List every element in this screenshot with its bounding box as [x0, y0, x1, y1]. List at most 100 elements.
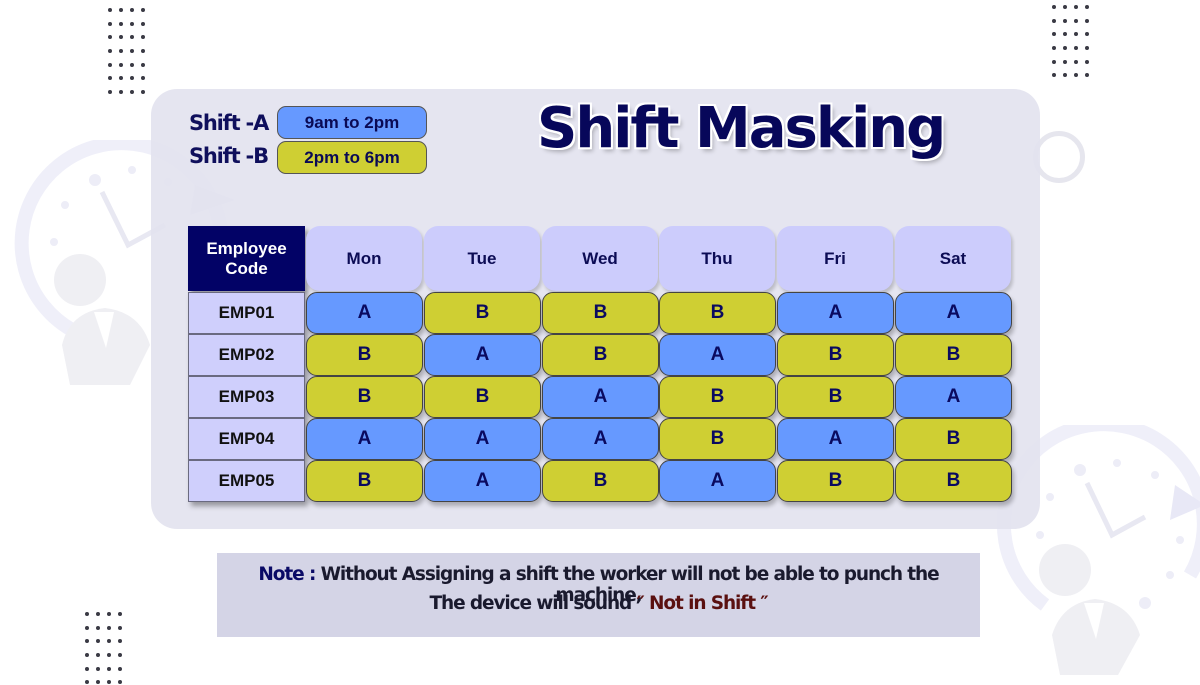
shift-cell[interactable]: A — [895, 376, 1012, 418]
employee-code-cell: EMP05 — [188, 460, 305, 502]
dot — [141, 90, 145, 95]
dot — [119, 62, 123, 67]
day-header-wed: Wed — [542, 226, 658, 291]
shift-cell[interactable]: A — [306, 418, 423, 460]
shift-cell[interactable]: B — [895, 460, 1012, 502]
dot — [107, 680, 111, 685]
shift-cell[interactable]: B — [542, 460, 659, 502]
dot — [141, 35, 145, 40]
dot — [1085, 5, 1089, 9]
shift-cell[interactable]: A — [424, 334, 541, 376]
shift-cell[interactable]: B — [659, 376, 776, 418]
employee-code-cell: EMP01 — [188, 292, 305, 334]
dot — [108, 35, 112, 40]
dot — [130, 35, 134, 40]
dot — [1074, 5, 1078, 9]
dot — [107, 653, 111, 658]
shift-cell[interactable]: A — [424, 460, 541, 502]
dot — [1052, 59, 1056, 64]
shift-cell[interactable]: B — [542, 292, 659, 334]
dot — [118, 653, 122, 658]
dot — [1074, 73, 1078, 78]
dot — [1074, 46, 1078, 51]
dot — [96, 625, 100, 630]
dot — [96, 639, 100, 644]
dot — [119, 35, 123, 40]
dot — [118, 666, 122, 671]
shift-cell[interactable]: A — [895, 292, 1012, 334]
dot — [141, 76, 145, 81]
dot — [96, 612, 100, 616]
employee-code-header: Employee Code — [188, 226, 305, 291]
shift-cell[interactable]: A — [424, 418, 541, 460]
dot — [130, 76, 134, 81]
day-header-thu: Thu — [659, 226, 775, 291]
dot — [85, 666, 89, 671]
shift-cell[interactable]: A — [306, 292, 423, 334]
dot — [141, 62, 145, 67]
dot — [1085, 32, 1089, 37]
dot — [1063, 5, 1067, 9]
dot — [85, 653, 89, 658]
dot — [119, 21, 123, 26]
shift-cell[interactable]: B — [895, 334, 1012, 376]
note-label: Note : — [258, 564, 316, 585]
legend-label-shift-a: Shift -A — [189, 111, 269, 135]
dot — [130, 90, 134, 95]
dot — [130, 8, 134, 12]
shift-cell[interactable]: B — [542, 334, 659, 376]
shift-cell[interactable]: B — [424, 376, 541, 418]
dot — [1074, 18, 1078, 23]
dot — [119, 49, 123, 54]
dot — [108, 8, 112, 12]
dot — [1052, 73, 1056, 78]
dot — [1085, 46, 1089, 51]
shift-cell[interactable]: B — [306, 376, 423, 418]
ring-icon — [1033, 131, 1085, 183]
shift-cell[interactable]: B — [777, 376, 894, 418]
day-header-tue: Tue — [424, 226, 540, 291]
dot — [141, 21, 145, 26]
shift-cell[interactable]: B — [659, 418, 776, 460]
shift-cell[interactable]: B — [306, 460, 423, 502]
shift-cell[interactable]: A — [659, 334, 776, 376]
shift-cell[interactable]: B — [777, 334, 894, 376]
shift-cell[interactable]: B — [306, 334, 423, 376]
shift-cell[interactable]: B — [895, 418, 1012, 460]
close-quote: ″ — [755, 593, 768, 614]
dot — [130, 21, 134, 26]
dot — [1052, 46, 1056, 51]
dot — [1063, 32, 1067, 37]
day-header-fri: Fri — [777, 226, 893, 291]
dot — [96, 653, 100, 658]
shift-cell[interactable]: A — [659, 460, 776, 502]
shift-cell[interactable]: B — [659, 292, 776, 334]
shift-cell[interactable]: B — [424, 292, 541, 334]
dot — [107, 625, 111, 630]
dot-grid-icon — [1052, 5, 1089, 78]
dot — [108, 62, 112, 67]
dot — [108, 76, 112, 81]
open-quote: ″ — [636, 593, 650, 614]
dot — [119, 90, 123, 95]
dot — [96, 680, 100, 685]
day-header-mon: Mon — [306, 226, 422, 291]
dot — [85, 680, 89, 685]
dot — [96, 666, 100, 671]
dot — [108, 90, 112, 95]
dot — [1085, 59, 1089, 64]
shift-cell[interactable]: A — [777, 292, 894, 334]
dot — [108, 49, 112, 54]
employee-code-cell: EMP04 — [188, 418, 305, 460]
dot — [1052, 5, 1056, 9]
legend-time-shift-a: 9am to 2pm — [277, 106, 427, 139]
shift-cell[interactable]: A — [542, 376, 659, 418]
dot — [118, 639, 122, 644]
dot — [130, 49, 134, 54]
dot — [119, 76, 123, 81]
dot — [85, 625, 89, 630]
shift-cell[interactable]: A — [777, 418, 894, 460]
shift-cell[interactable]: A — [542, 418, 659, 460]
shift-cell[interactable]: B — [777, 460, 894, 502]
legend-label-shift-b: Shift -B — [189, 144, 269, 168]
